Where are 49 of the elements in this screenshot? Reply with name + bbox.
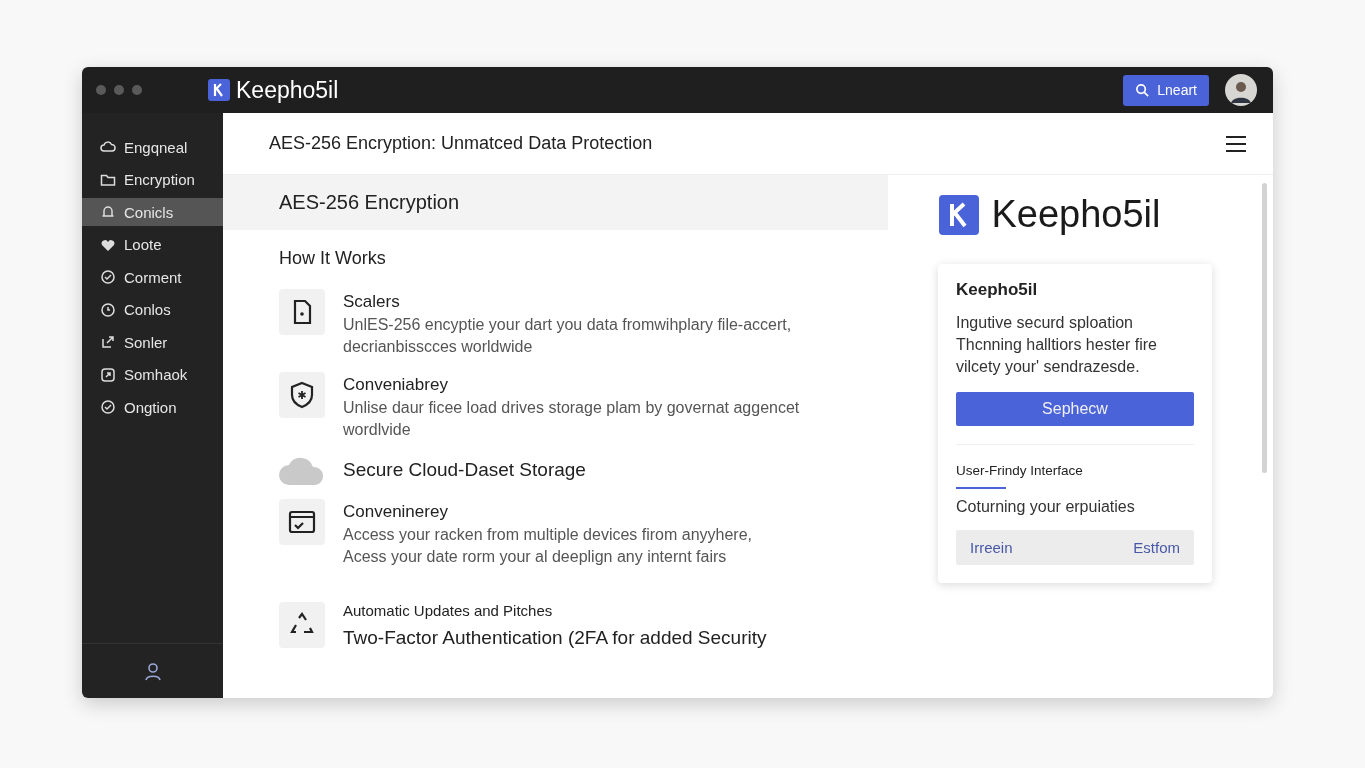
cloud-icon bbox=[100, 139, 116, 155]
action-link[interactable]: Irreein bbox=[970, 539, 1013, 556]
app-name: Keepho5il bbox=[236, 76, 339, 104]
sidebar-item[interactable]: Corment bbox=[82, 263, 223, 291]
sidebar-item[interactable]: Loote bbox=[82, 230, 223, 259]
calendar-check-icon bbox=[279, 499, 325, 545]
sidebar-item[interactable]: Conlos bbox=[82, 295, 223, 324]
feature-description: Unlise daur ficee load drives storage plam by governat aggencet wordlvide bbox=[343, 398, 800, 440]
export-icon bbox=[100, 366, 116, 383]
feature-title: Automatic Updates and Pitches bbox=[343, 602, 554, 619]
clock-icon bbox=[100, 301, 116, 318]
shield-icon bbox=[279, 372, 325, 418]
feature-description: UnlES-256 encyptie your dart you data fromwihplary file-accert, decrianbisscces worldwide bbox=[343, 315, 792, 357]
logo-icon bbox=[939, 194, 980, 235]
cloud-icon bbox=[279, 455, 325, 485]
feature-subtitle: Two-Factor Authentication (2FA for added Security bbox=[343, 627, 767, 649]
sidebar-item[interactable]: Somhaok bbox=[82, 360, 223, 389]
check-circle-icon bbox=[100, 269, 116, 285]
brand-name: Keepho5il bbox=[991, 193, 1161, 236]
share-icon bbox=[100, 334, 116, 350]
feature-title: Conveninerey bbox=[343, 502, 449, 522]
card-description: Ingutive securd sploation Thcnning halltiors hester fire vilcety your' sendrazesde. bbox=[956, 313, 1158, 377]
check-circle-icon bbox=[100, 399, 116, 415]
menu-icon[interactable] bbox=[1225, 134, 1247, 153]
section-banner: AES-256 Encryption bbox=[223, 175, 888, 230]
tab[interactable]: User-Frindy Interface bbox=[956, 463, 1083, 489]
avatar[interactable] bbox=[1225, 74, 1257, 106]
action-link[interactable]: Estfom bbox=[1133, 539, 1180, 556]
user-icon[interactable] bbox=[142, 661, 163, 681]
card-title: Keepho5il bbox=[956, 280, 1039, 300]
recycle-icon bbox=[279, 602, 325, 648]
primary-button[interactable]: Sephecw bbox=[956, 392, 1194, 426]
logo-icon bbox=[208, 79, 230, 101]
sidebar-item[interactable]: Engqneal bbox=[82, 133, 223, 161]
sidebar-item[interactable]: Conicls bbox=[82, 198, 223, 226]
feature-title: Conveniabrey bbox=[343, 375, 449, 395]
page-title: AES-256 Encryption: Unmatced Data Protection bbox=[269, 133, 653, 154]
document-icon bbox=[279, 289, 325, 335]
search-button[interactable]: Lneart bbox=[1123, 74, 1209, 106]
feature-description: Access your racken from multiple devices firom anyyhere, Acess your date rorm your al deeplign any internt fairs bbox=[343, 525, 753, 567]
sidebar-item[interactable]: Encryption bbox=[82, 165, 223, 194]
card-text: Coturning your erpuiaties bbox=[956, 498, 1136, 516]
feature-title: Scalers bbox=[343, 292, 401, 312]
feature-title: Secure Cloud-Daset Storage bbox=[343, 459, 586, 481]
sidebar-item[interactable]: Ongtion bbox=[82, 393, 223, 421]
bell-icon bbox=[100, 204, 116, 220]
search-icon bbox=[1135, 82, 1151, 98]
section-heading: How It Works bbox=[279, 248, 387, 269]
sidebar-item[interactable]: Sonler bbox=[82, 328, 223, 356]
